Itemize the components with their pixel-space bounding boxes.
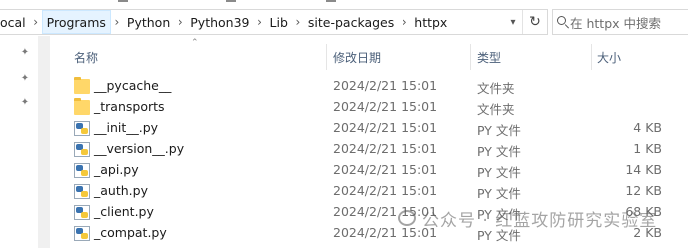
file-name: _transports (94, 99, 165, 114)
file-date: 2024/2/21 15:01 (333, 99, 438, 114)
python-file-icon (74, 184, 90, 199)
breadcrumb-python[interactable]: Python (123, 10, 174, 34)
breadcrumb-separator[interactable]: › (30, 15, 42, 29)
file-size: 14 KB (625, 162, 662, 177)
file-name: _auth.py (94, 183, 148, 198)
file-name: _api.py (94, 162, 139, 177)
column-header-type[interactable]: 类型 (477, 44, 501, 70)
file-date: 2024/2/21 15:01 (333, 78, 438, 93)
watermark-text: 公众号 · 红蓝攻防研究实验室 (422, 210, 658, 231)
address-bar[interactable]: ocal › Programs › Python › Python39 › Li… (0, 9, 548, 35)
file-date: 2024/2/21 15:01 (333, 120, 438, 135)
file-type: 文件夹 (477, 81, 515, 96)
breadcrumb-separator[interactable]: › (111, 15, 123, 29)
file-size: 1 KB (633, 141, 662, 156)
watermark: 公众号 · 红蓝攻防研究实验室 (398, 203, 657, 233)
breadcrumb-separator[interactable]: › (174, 15, 186, 29)
ribbon-fragment (226, 0, 236, 2)
address-history-dropdown[interactable]: ▾ (504, 10, 522, 34)
column-divider[interactable] (470, 44, 471, 70)
column-header-size[interactable]: 大小 (597, 44, 621, 70)
python-file-icon (74, 205, 90, 220)
file-row[interactable]: __pycache__ 2024/2/21 15:01 文件夹 (64, 76, 688, 97)
search-placeholder: 在 httpx 中搜索 (570, 15, 662, 31)
column-header-name[interactable]: 名称 (74, 44, 98, 70)
breadcrumb-programs[interactable]: Programs (41, 10, 111, 34)
column-header-date[interactable]: 修改日期 (333, 44, 381, 70)
sort-ascending-icon: ⌃ (191, 38, 199, 48)
breadcrumb-separator[interactable]: › (398, 15, 410, 29)
nav-scrollbar[interactable] (38, 36, 50, 248)
breadcrumb-site-packages[interactable]: site-packages (304, 10, 398, 34)
python-file-icon (74, 226, 90, 241)
file-date: 2024/2/21 15:01 (333, 141, 438, 156)
search-input[interactable]: 在 httpx 中搜索 (552, 9, 688, 35)
chevron-down-icon: ▾ (510, 16, 516, 28)
breadcrumb-python39[interactable]: Python39 (186, 10, 253, 34)
file-name: __pycache__ (94, 78, 172, 93)
refresh-icon: ↻ (529, 14, 541, 30)
python-file-icon (74, 163, 90, 178)
file-name: __init__.py (94, 120, 159, 135)
wechat-logo-icon (398, 210, 416, 226)
column-divider[interactable] (591, 44, 592, 70)
folder-icon (74, 77, 90, 94)
pin-icon[interactable]: ✦ (20, 98, 30, 108)
file-name: __version__.py (94, 141, 185, 156)
search-icon (557, 16, 566, 25)
pin-icon[interactable]: ✦ (20, 48, 30, 58)
file-size: 12 KB (625, 183, 662, 198)
file-type: PY 文件 (477, 165, 521, 180)
folder-icon (74, 98, 90, 115)
ribbon-edge (0, 0, 688, 6)
file-row[interactable]: _transports 2024/2/21 15:01 文件夹 (64, 97, 688, 118)
file-row[interactable]: __init__.py 2024/2/21 15:01 PY 文件 4 KB (64, 118, 688, 139)
file-type: PY 文件 (477, 186, 521, 201)
file-size: 4 KB (633, 120, 662, 135)
file-row[interactable]: __version__.py 2024/2/21 15:01 PY 文件 1 K… (64, 139, 688, 160)
file-type: 文件夹 (477, 102, 515, 117)
breadcrumb-local[interactable]: ocal (0, 10, 30, 34)
breadcrumb-separator[interactable]: › (292, 15, 304, 29)
column-divider[interactable] (326, 44, 327, 70)
python-file-icon (74, 142, 90, 157)
ribbon-fragment (118, 0, 128, 2)
file-row[interactable]: _api.py 2024/2/21 15:01 PY 文件 14 KB (64, 160, 688, 181)
file-name: _compat.py (94, 225, 167, 240)
breadcrumb-httpx[interactable]: httpx (410, 10, 451, 34)
refresh-button[interactable]: ↻ (522, 10, 547, 34)
ribbon-fragment (326, 0, 336, 2)
file-name: _client.py (94, 204, 154, 219)
file-date: 2024/2/21 15:01 (333, 162, 438, 177)
breadcrumb-separator[interactable]: › (254, 15, 266, 29)
python-file-icon (74, 121, 90, 136)
file-row[interactable]: _auth.py 2024/2/21 15:01 PY 文件 12 KB (64, 181, 688, 202)
pin-icon[interactable]: ✦ (20, 74, 30, 84)
file-type: PY 文件 (477, 123, 521, 138)
file-type: PY 文件 (477, 144, 521, 159)
breadcrumb-lib[interactable]: Lib (266, 10, 292, 34)
file-date: 2024/2/21 15:01 (333, 183, 438, 198)
